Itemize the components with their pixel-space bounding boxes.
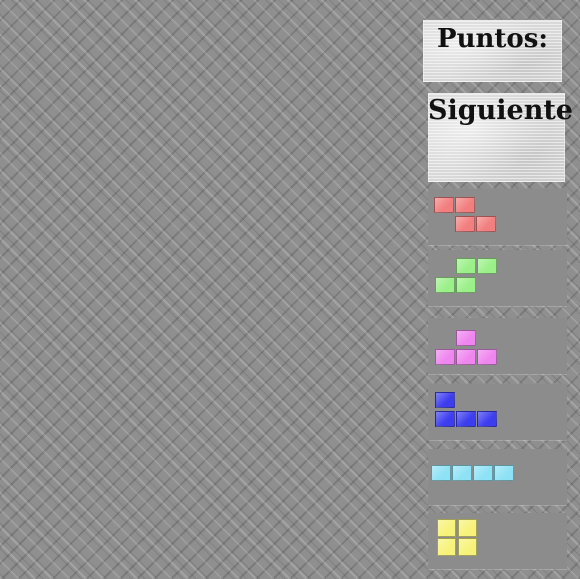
score-panel: Puntos:: [423, 20, 562, 82]
block-cell: [437, 538, 456, 556]
block-cell: [435, 392, 455, 408]
block-cell: [456, 349, 476, 365]
game-board: [0, 0, 420, 579]
next-piece-label: Siguiente: [428, 95, 573, 126]
block-cell: [458, 519, 477, 537]
block-cell: [435, 411, 455, 427]
block-cell: [473, 465, 493, 481]
block-cell: [477, 258, 497, 274]
piece-preview-j: [428, 384, 567, 440]
block-cell: [458, 538, 477, 556]
block-cell: [494, 465, 514, 481]
block-cell: [455, 216, 475, 232]
block-cell: [477, 411, 497, 427]
piece-preview-t: [428, 318, 567, 374]
next-piece-panel: Siguiente: [428, 93, 573, 182]
block-cell: [455, 197, 475, 213]
block-cell: [437, 519, 456, 537]
block-cell: [456, 411, 476, 427]
block-cell: [456, 330, 476, 346]
block-cell: [435, 277, 455, 293]
block-cell: [434, 197, 454, 213]
block-cell: [431, 465, 451, 481]
piece-preview-o: [428, 513, 567, 569]
block-cell: [476, 216, 496, 232]
piece-preview-z: [428, 189, 567, 245]
score-label: Puntos:: [437, 24, 548, 54]
piece-preview-s: [428, 250, 567, 306]
block-cell: [456, 277, 476, 293]
block-cell: [477, 349, 497, 365]
block-cell: [456, 258, 476, 274]
piece-preview-i: [428, 449, 567, 505]
block-cell: [452, 465, 472, 481]
block-cell: [435, 349, 455, 365]
